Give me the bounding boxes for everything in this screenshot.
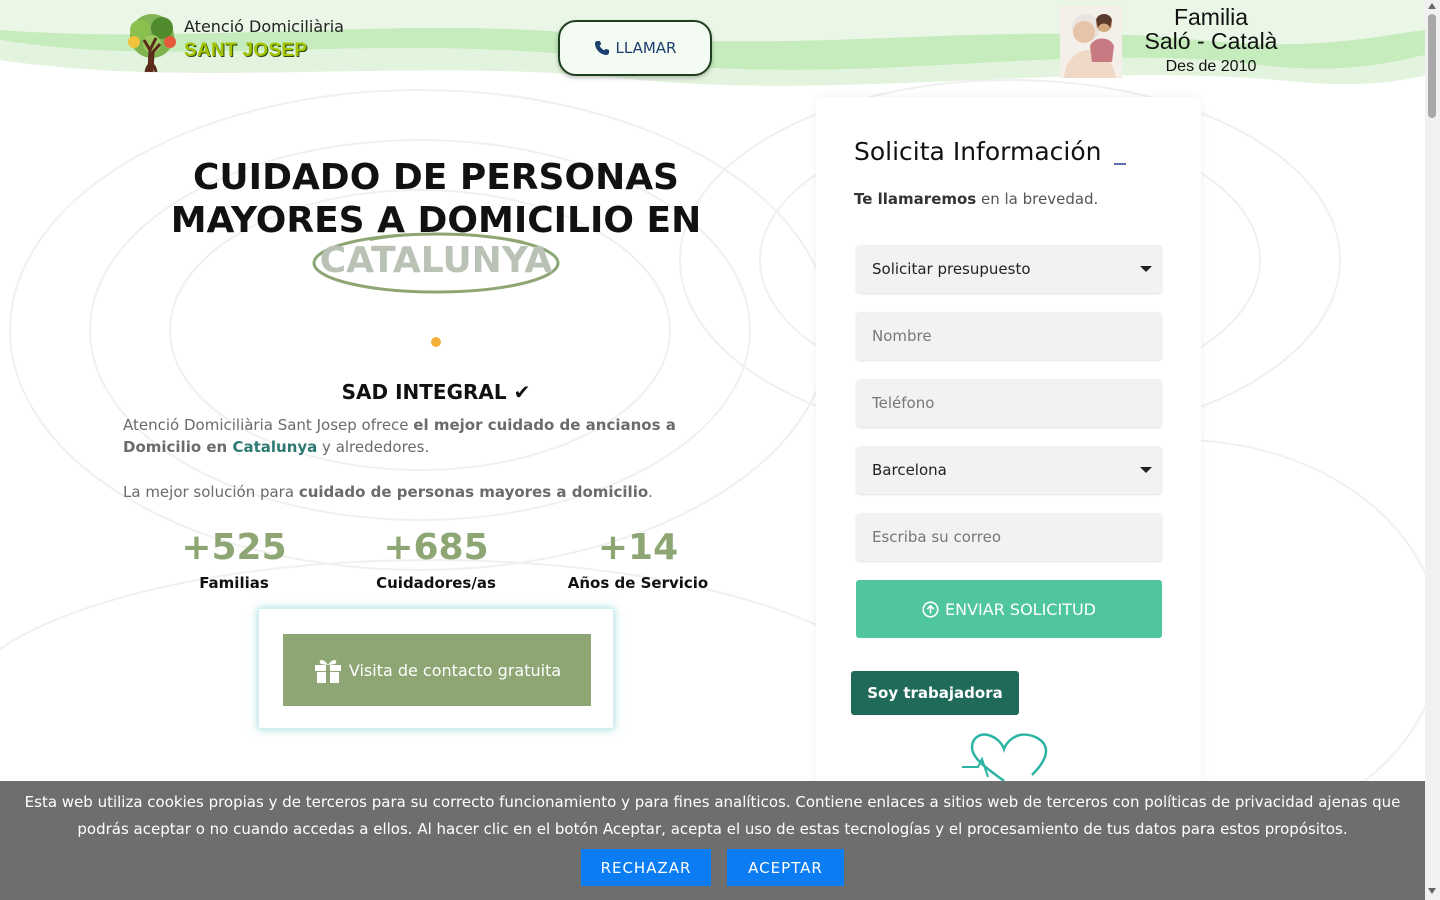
intro-text: Atenció Domiciliària Sant Josep ofrece xyxy=(123,416,414,434)
family-photo xyxy=(1060,6,1122,78)
email-placeholder: Escriba su correo xyxy=(872,528,1002,546)
intro2-text: La mejor solución para xyxy=(123,483,299,501)
stat-years: +14 Años de Servicio xyxy=(553,526,723,592)
scroll-up-arrow[interactable] xyxy=(1428,3,1436,9)
intro2-bold: cuidado de personas mayores a domicilio xyxy=(298,483,649,501)
section-title: SAD INTEGRAL ✔ xyxy=(122,380,750,404)
check-icon: ✔ xyxy=(513,380,531,404)
stat-value: +14 xyxy=(597,527,679,568)
logo-text-line2: SANT JOSEP xyxy=(184,40,308,61)
carousel-dot[interactable] xyxy=(431,337,441,347)
cookie-banner: Esta web utiliza cookies propias y de te… xyxy=(0,781,1425,900)
intro2-end: . xyxy=(648,483,653,501)
call-button-label: LLAMAR xyxy=(615,39,677,57)
page-scrollbar[interactable] xyxy=(1425,0,1440,900)
accept-cookies-button[interactable]: ACEPTAR xyxy=(727,849,844,886)
typing-cursor xyxy=(1114,163,1126,165)
form-subtitle: Te llamaremos en la brevedad. xyxy=(854,190,1098,208)
scroll-down-arrow[interactable] xyxy=(1428,888,1436,894)
caret-down-icon xyxy=(1140,467,1152,473)
tree-icon xyxy=(128,14,176,73)
name-input[interactable]: Nombre xyxy=(856,312,1162,360)
contact-form: Solicita Información Te llamaremos en la… xyxy=(816,97,1201,817)
stat-label: Familias xyxy=(199,574,269,592)
form-title: Solicita Información xyxy=(854,137,1102,166)
family-since: Des de 2010 xyxy=(1165,58,1257,75)
email-input[interactable]: Escriba su correo xyxy=(856,513,1162,561)
phone-input[interactable]: Teléfono xyxy=(856,379,1162,427)
heart-icon xyxy=(962,733,1048,783)
stat-label: Años de Servicio xyxy=(567,574,709,592)
worker-button[interactable]: Soy trabajadora xyxy=(851,671,1019,715)
intro-region: Catalunya xyxy=(232,438,318,456)
phone-icon xyxy=(594,41,609,55)
hero-highlight: CATALUNYA xyxy=(310,228,562,298)
intro-paragraph-1: Atenció Domiciliària Sant Josep ofrece e… xyxy=(123,414,723,458)
visit-card: Visita de contacto gratuita xyxy=(258,608,614,729)
intro-text-end: y alrededores. xyxy=(317,438,430,456)
province-value: Barcelona xyxy=(872,461,947,479)
submit-button[interactable]: ENVIAR SOLICITUD xyxy=(856,580,1162,638)
arrow-up-circle-icon xyxy=(922,600,939,618)
name-placeholder: Nombre xyxy=(872,327,932,345)
stat-value: +525 xyxy=(181,527,287,568)
request-type-select[interactable]: Solicitar presupuesto xyxy=(856,245,1162,293)
logo-text-line1: Atenció Domiciliària xyxy=(184,17,344,36)
stat-families: +525 Familias xyxy=(149,526,319,592)
free-visit-button[interactable]: Visita de contacto gratuita xyxy=(283,634,591,706)
site-logo[interactable]: Atenció Domiciliària SANT JOSEP xyxy=(122,12,362,76)
page: Atenció Domiciliària SANT JOSEP LLAMAR F… xyxy=(0,0,1425,900)
free-visit-label: Visita de contacto gratuita xyxy=(348,660,562,680)
caret-down-icon xyxy=(1140,266,1152,272)
call-button[interactable]: LLAMAR xyxy=(558,20,712,76)
stat-value: +685 xyxy=(383,527,489,568)
scroll-thumb[interactable] xyxy=(1428,14,1436,118)
family-badge: Familia Saló - Català Des de 2010 xyxy=(1058,4,1288,78)
stat-label: Cuidadores/as xyxy=(376,574,496,592)
province-select[interactable]: Barcelona xyxy=(856,446,1162,494)
family-title: Familia xyxy=(1173,4,1249,30)
hero-title-line1: CUIDADO DE PERSONAS xyxy=(193,157,679,198)
reject-cookies-button[interactable]: RECHAZAR xyxy=(581,849,711,886)
form-subtitle-rest: en la brevedad. xyxy=(976,190,1099,208)
hero-highlight-text: CATALUNYA xyxy=(319,240,553,281)
stat-caregivers: +685 Cuidadores/as xyxy=(351,526,521,592)
section-title-text: SAD INTEGRAL xyxy=(341,380,507,404)
intro-paragraph-2: La mejor solución para cuidado de person… xyxy=(123,481,723,503)
site-header: Atenció Domiciliària SANT JOSEP LLAMAR F… xyxy=(0,0,1425,100)
phone-placeholder: Teléfono xyxy=(872,394,935,412)
cookie-text: Esta web utiliza cookies propias y de te… xyxy=(24,793,1401,838)
family-names: Saló - Català xyxy=(1144,28,1278,54)
form-subtitle-bold: Te llamaremos xyxy=(854,190,977,208)
gift-icon xyxy=(314,659,341,683)
submit-label: ENVIAR SOLICITUD xyxy=(945,599,1096,619)
request-type-value: Solicitar presupuesto xyxy=(872,260,1031,278)
